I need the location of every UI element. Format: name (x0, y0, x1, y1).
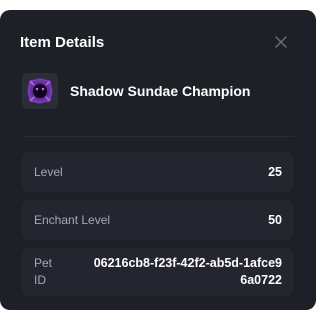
item-details-modal: Item Details Shadow Sundae Champion Leve… (0, 10, 316, 310)
stat-enchant-label: Enchant Level (34, 213, 111, 227)
divider (22, 136, 294, 137)
item-name: Shadow Sundae Champion (70, 83, 251, 99)
modal-title: Item Details (20, 33, 105, 51)
stat-level-value: 25 (268, 165, 282, 179)
close-icon[interactable] (272, 33, 290, 51)
item-thumbnail (22, 73, 58, 109)
stat-enchant-value: 50 (268, 213, 282, 227)
modal-header: Item Details (20, 30, 296, 54)
stat-enchant-level: Enchant Level 50 (22, 200, 294, 240)
shadow-sundae-champion-icon (27, 78, 53, 104)
stat-level-label: Level (34, 165, 63, 179)
stat-pet-id-label: Pet ID (34, 256, 53, 287)
item-summary: Shadow Sundae Champion (22, 72, 294, 110)
stat-pet-id-value[interactable]: 06216cb8-f23f-42f2-ab5d-1afce96a0722 (92, 255, 282, 289)
close-icon-glyph (275, 36, 287, 48)
stat-level: Level 25 (22, 152, 294, 192)
stat-pet-id: Pet ID 06216cb8-f23f-42f2-ab5d-1afce96a0… (22, 248, 294, 296)
